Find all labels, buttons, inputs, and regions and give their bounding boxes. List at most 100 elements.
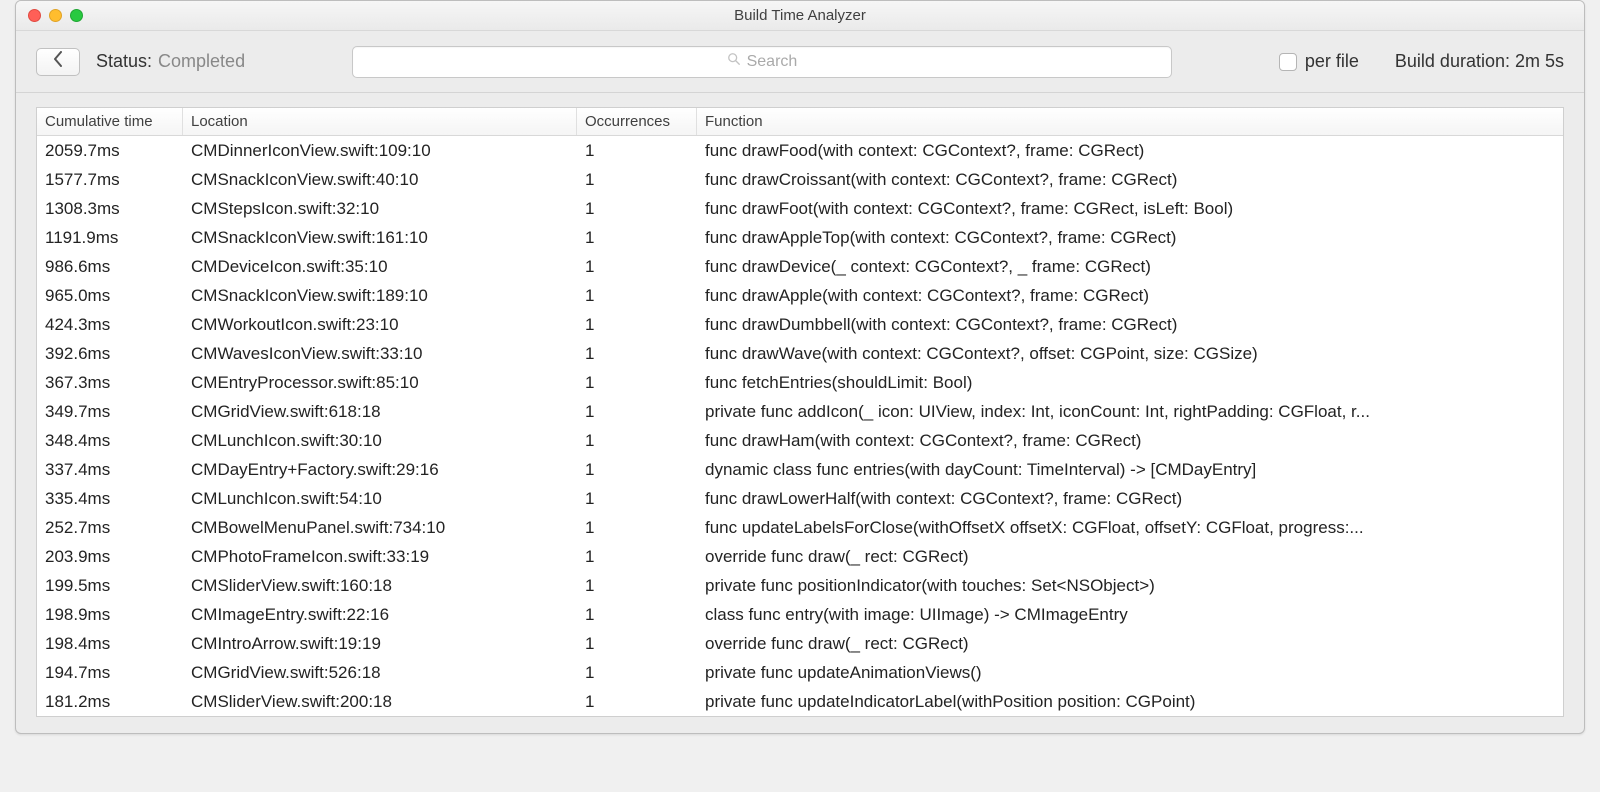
cell-function: func drawLowerHalf(with context: CGConte… (697, 489, 1563, 509)
table-row[interactable]: 1308.3msCMStepsIcon.swift:32:101func dra… (37, 194, 1563, 223)
per-file-checkbox[interactable] (1279, 53, 1297, 71)
table-row[interactable]: 252.7msCMBowelMenuPanel.swift:734:101fun… (37, 513, 1563, 542)
cell-function: func fetchEntries(shouldLimit: Bool) (697, 373, 1563, 393)
cell-time: 198.9ms (37, 605, 183, 625)
cell-function: private func addIcon(_ icon: UIView, ind… (697, 402, 1563, 422)
cell-location: CMWavesIconView.swift:33:10 (183, 344, 577, 364)
cell-location: CMImageEntry.swift:22:16 (183, 605, 577, 625)
cell-time: 392.6ms (37, 344, 183, 364)
cell-occurrences: 1 (577, 228, 697, 248)
cell-function: func drawFoot(with context: CGContext?, … (697, 199, 1563, 219)
chevron-left-icon (53, 51, 63, 72)
cell-time: 367.3ms (37, 373, 183, 393)
cell-function: func drawHam(with context: CGContext?, f… (697, 431, 1563, 451)
table-row[interactable]: 337.4msCMDayEntry+Factory.swift:29:161dy… (37, 455, 1563, 484)
table-row[interactable]: 965.0msCMSnackIconView.swift:189:101func… (37, 281, 1563, 310)
cell-time: 965.0ms (37, 286, 183, 306)
column-header-occurrences[interactable]: Occurrences (577, 108, 697, 135)
cell-occurrences: 1 (577, 199, 697, 219)
cell-occurrences: 1 (577, 286, 697, 306)
cell-location: CMWorkoutIcon.swift:23:10 (183, 315, 577, 335)
minimize-button[interactable] (49, 9, 62, 22)
results-table: Cumulative time Location Occurrences Fun… (36, 107, 1564, 717)
cell-function: dynamic class func entries(with dayCount… (697, 460, 1563, 480)
table-row[interactable]: 1577.7msCMSnackIconView.swift:40:101func… (37, 165, 1563, 194)
cell-function: private func positionIndicator(with touc… (697, 576, 1563, 596)
window-title: Build Time Analyzer (16, 7, 1584, 24)
column-header-time[interactable]: Cumulative time (37, 108, 183, 135)
build-duration: Build duration: 2m 5s (1395, 51, 1564, 72)
table-row[interactable]: 2059.7msCMDinnerIconView.swift:109:101fu… (37, 136, 1563, 165)
table-row[interactable]: 198.9msCMImageEntry.swift:22:161class fu… (37, 600, 1563, 629)
cell-function: private func updateAnimationViews() (697, 663, 1563, 683)
cell-function: override func draw(_ rect: CGRect) (697, 634, 1563, 654)
traffic-lights (28, 9, 83, 22)
cell-occurrences: 1 (577, 489, 697, 509)
cell-location: CMGridView.swift:526:18 (183, 663, 577, 683)
cell-time: 252.7ms (37, 518, 183, 538)
table-row[interactable]: 348.4msCMLunchIcon.swift:30:101func draw… (37, 426, 1563, 455)
titlebar: Build Time Analyzer (16, 1, 1584, 31)
cell-time: 348.4ms (37, 431, 183, 451)
cell-occurrences: 1 (577, 692, 697, 712)
toolbar: Status: Completed Search per file Build … (16, 31, 1584, 93)
app-window: Build Time Analyzer Status: Completed Se… (15, 0, 1585, 734)
cell-time: 424.3ms (37, 315, 183, 335)
cell-time: 335.4ms (37, 489, 183, 509)
table-row[interactable]: 367.3msCMEntryProcessor.swift:85:101func… (37, 368, 1563, 397)
cell-location: CMIntroArrow.swift:19:19 (183, 634, 577, 654)
cell-function: func drawDumbbell(with context: CGContex… (697, 315, 1563, 335)
table-header: Cumulative time Location Occurrences Fun… (37, 108, 1563, 136)
search-placeholder: Search (747, 53, 798, 71)
table-row[interactable]: 986.6msCMDeviceIcon.swift:35:101func dra… (37, 252, 1563, 281)
cell-location: CMDayEntry+Factory.swift:29:16 (183, 460, 577, 480)
cell-occurrences: 1 (577, 344, 697, 364)
cell-time: 194.7ms (37, 663, 183, 683)
cell-function: func updateLabelsForClose(withOffsetX of… (697, 518, 1563, 538)
maximize-button[interactable] (70, 9, 83, 22)
table-row[interactable]: 181.2msCMSliderView.swift:200:181private… (37, 687, 1563, 716)
table-body: 2059.7msCMDinnerIconView.swift:109:101fu… (37, 136, 1563, 716)
table-row[interactable]: 194.7msCMGridView.swift:526:181private f… (37, 658, 1563, 687)
cell-location: CMSnackIconView.swift:40:10 (183, 170, 577, 190)
column-header-function[interactable]: Function (697, 108, 1563, 135)
cell-location: CMSliderView.swift:200:18 (183, 692, 577, 712)
cell-occurrences: 1 (577, 663, 697, 683)
cell-occurrences: 1 (577, 402, 697, 422)
table-row[interactable]: 392.6msCMWavesIconView.swift:33:101func … (37, 339, 1563, 368)
search-icon (727, 52, 741, 71)
table-row[interactable]: 203.9msCMPhotoFrameIcon.swift:33:191over… (37, 542, 1563, 571)
cell-function: func drawFood(with context: CGContext?, … (697, 141, 1563, 161)
cell-occurrences: 1 (577, 141, 697, 161)
table-row[interactable]: 349.7msCMGridView.swift:618:181private f… (37, 397, 1563, 426)
cell-occurrences: 1 (577, 576, 697, 596)
table-row[interactable]: 199.5msCMSliderView.swift:160:181private… (37, 571, 1563, 600)
table-row[interactable]: 335.4msCMLunchIcon.swift:54:101func draw… (37, 484, 1563, 513)
cell-time: 198.4ms (37, 634, 183, 654)
status: Status: Completed (96, 51, 245, 72)
table-row[interactable]: 1191.9msCMSnackIconView.swift:161:101fun… (37, 223, 1563, 252)
cell-function: class func entry(with image: UIImage) ->… (697, 605, 1563, 625)
cell-function: override func draw(_ rect: CGRect) (697, 547, 1563, 567)
column-header-location[interactable]: Location (183, 108, 577, 135)
search-input[interactable]: Search (352, 46, 1172, 78)
cell-time: 1308.3ms (37, 199, 183, 219)
table-row[interactable]: 424.3msCMWorkoutIcon.swift:23:101func dr… (37, 310, 1563, 339)
cell-occurrences: 1 (577, 547, 697, 567)
cell-time: 1191.9ms (37, 228, 183, 248)
table-row[interactable]: 198.4msCMIntroArrow.swift:19:191override… (37, 629, 1563, 658)
cell-time: 203.9ms (37, 547, 183, 567)
cell-location: CMSnackIconView.swift:161:10 (183, 228, 577, 248)
cell-function: func drawDevice(_ context: CGContext?, _… (697, 257, 1563, 277)
cell-time: 2059.7ms (37, 141, 183, 161)
per-file-toggle: per file (1279, 51, 1359, 72)
status-value: Completed (158, 51, 245, 72)
cell-time: 986.6ms (37, 257, 183, 277)
cell-occurrences: 1 (577, 257, 697, 277)
back-button[interactable] (36, 48, 80, 76)
cell-time: 337.4ms (37, 460, 183, 480)
close-button[interactable] (28, 9, 41, 22)
cell-function: private func updateIndicatorLabel(withPo… (697, 692, 1563, 712)
cell-occurrences: 1 (577, 605, 697, 625)
cell-location: CMDinnerIconView.swift:109:10 (183, 141, 577, 161)
